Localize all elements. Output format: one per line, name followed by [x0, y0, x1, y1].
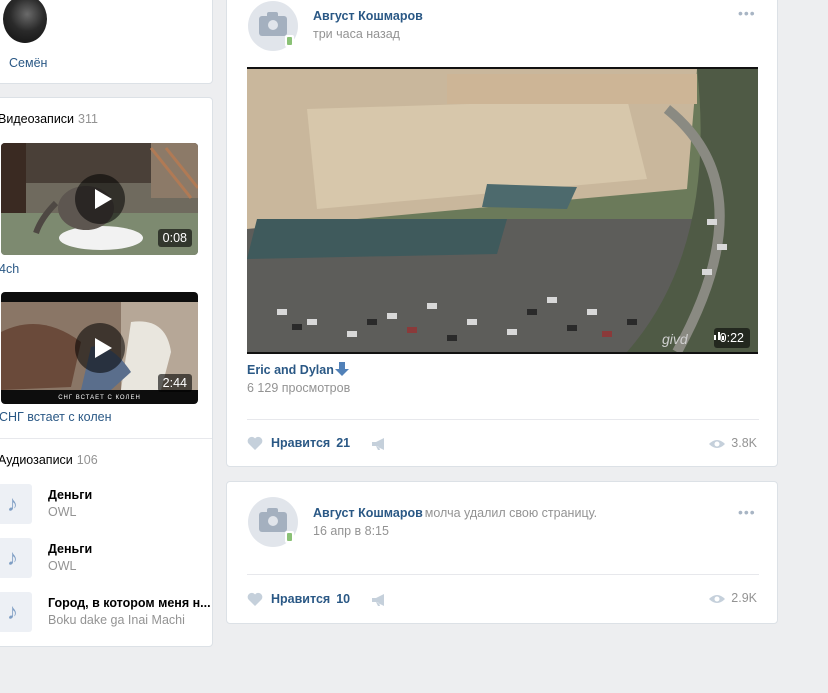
- views-count: 2.9K: [731, 591, 757, 605]
- video-frame-image: givd: [247, 69, 758, 352]
- play-icon: [75, 323, 125, 373]
- post-divider: [247, 574, 759, 575]
- audio-title: Город, в котором меня н...: [48, 596, 211, 610]
- videos-section-title: Видеозаписи: [0, 112, 75, 126]
- post-time[interactable]: три часа назад: [313, 27, 400, 41]
- post-divider: [247, 419, 759, 420]
- audio-play-button[interactable]: ♪: [0, 484, 32, 524]
- audio-play-button[interactable]: ♪: [0, 538, 32, 578]
- audio-item[interactable]: ♪ Деньги OWL: [0, 484, 208, 524]
- music-note-icon: ♪: [7, 599, 18, 624]
- music-note-icon: ♪: [7, 491, 18, 516]
- post-more-icon[interactable]: •••: [738, 504, 756, 520]
- audio-count: 106: [76, 453, 98, 467]
- author-avatar[interactable]: [248, 497, 298, 547]
- section-divider: [0, 438, 212, 439]
- author-avatar[interactable]: [248, 1, 298, 51]
- like-button[interactable]: Нравится 21: [247, 436, 350, 450]
- video-caption: СНГ ВСТАЕТ С КОЛЕН: [58, 395, 141, 401]
- audio-title: Деньги: [48, 542, 93, 556]
- audio-section-title: Аудиозаписи: [0, 453, 73, 467]
- post-more-icon[interactable]: •••: [738, 5, 756, 21]
- post-views: 2.9K: [709, 591, 757, 605]
- post-action-text: молча удалил свою страницу.: [424, 506, 598, 520]
- video-title-link[interactable]: СНГ встает с колен: [0, 410, 111, 424]
- audio-artist[interactable]: OWL: [48, 559, 76, 573]
- post-author-link[interactable]: Август Кошмаров: [313, 9, 423, 23]
- videos-count: 311: [78, 112, 98, 126]
- audio-section-header[interactable]: Аудиозаписи 106: [0, 453, 98, 467]
- heart-icon: [247, 436, 263, 450]
- post-views: 3.8K: [709, 436, 757, 450]
- videos-audio-card: Видеозаписи 311 0:08 4ch СНГ ВСТАЕТ С КО…: [0, 97, 213, 647]
- video-thumbnail-cat[interactable]: 0:08: [1, 143, 198, 255]
- post-author-link[interactable]: Август Кошмаров: [313, 506, 423, 520]
- audio-artist[interactable]: Boku dake ga Inai Machi: [48, 613, 185, 627]
- play-icon: [75, 174, 125, 224]
- camera-icon: [259, 12, 287, 36]
- like-count: 10: [336, 592, 351, 606]
- video-watermark: givd: [662, 331, 689, 347]
- eye-icon: [709, 595, 726, 603]
- download-arrow-icon[interactable]: [334, 361, 350, 377]
- post-time[interactable]: 16 апр в 8:15: [313, 524, 389, 538]
- friend-avatar[interactable]: [3, 0, 47, 43]
- audio-title: Деньги: [48, 488, 93, 502]
- post-author-header: Август Кошмаров молча удалил свою страниц…: [313, 506, 597, 520]
- like-label: Нравится: [271, 592, 331, 606]
- wall-post: Август Кошмаров молча удалил свою страниц…: [226, 481, 778, 624]
- audio-artist[interactable]: OWL: [48, 505, 76, 519]
- video-thumbnail-fight[interactable]: СНГ ВСТАЕТ С КОЛЕН 2:44: [1, 292, 198, 404]
- mobile-online-icon: [285, 35, 294, 47]
- video-views: 6 129 просмотров: [247, 381, 351, 395]
- stats-icon: [713, 332, 724, 340]
- eye-icon: [709, 440, 726, 448]
- audio-item[interactable]: ♪ Деньги OWL: [0, 538, 208, 578]
- video-duration-badge: 0:22: [713, 328, 750, 348]
- video-duration: 0:08: [157, 229, 192, 247]
- video-title-link[interactable]: 4ch: [0, 262, 19, 276]
- friend-name-link[interactable]: Семён: [9, 56, 47, 70]
- post-video-player[interactable]: givd 0:22: [247, 67, 758, 354]
- like-count: 21: [336, 436, 351, 450]
- like-label: Нравится: [271, 436, 331, 450]
- video-duration: 2:44: [157, 374, 192, 392]
- music-note-icon: ♪: [7, 545, 18, 570]
- audio-play-button[interactable]: ♪: [0, 592, 32, 632]
- wall-post: Август Кошмаров три часа назад ••• givd …: [226, 0, 778, 467]
- mobile-online-icon: [285, 531, 294, 543]
- heart-icon: [247, 592, 263, 606]
- megaphone-share-icon[interactable]: [371, 437, 387, 451]
- friend-card: Семён: [0, 0, 213, 84]
- videos-section-header[interactable]: Видеозаписи 311: [0, 112, 98, 126]
- like-button[interactable]: Нравится 10: [247, 592, 350, 606]
- camera-icon: [259, 508, 287, 532]
- views-count: 3.8K: [731, 436, 757, 450]
- megaphone-share-icon[interactable]: [371, 593, 387, 607]
- video-title-link[interactable]: Eric and Dylan: [247, 363, 334, 377]
- audio-item[interactable]: ♪ Город, в котором меня н... Boku dake g…: [0, 592, 211, 632]
